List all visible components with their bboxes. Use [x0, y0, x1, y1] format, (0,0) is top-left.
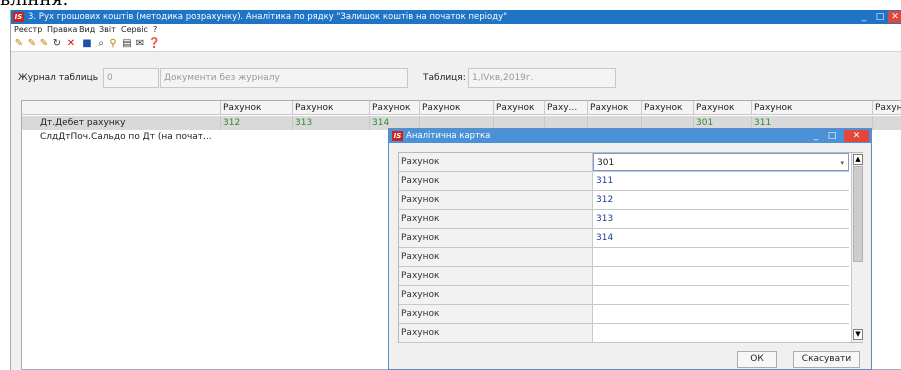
- account-value[interactable]: 311: [593, 172, 849, 190]
- account-value[interactable]: 314: [593, 229, 849, 247]
- account-value[interactable]: [593, 267, 849, 285]
- column-header[interactable]: Рахунок: [220, 101, 292, 115]
- mail-icon[interactable]: ✉: [134, 37, 146, 50]
- account-value[interactable]: 313: [593, 210, 849, 228]
- column-header[interactable]: Рахунок: [641, 101, 693, 115]
- column-header[interactable]: Рахунок: [751, 101, 872, 115]
- dialog-titlebar: IS Аналітична картка _ □ ✕: [389, 129, 871, 143]
- delete-icon[interactable]: ✕: [65, 37, 77, 50]
- column-header[interactable]: Рахунок: [292, 101, 369, 115]
- column-header[interactable]: Рахуно: [872, 101, 901, 115]
- field-label: Рахунок: [399, 305, 593, 323]
- menu-report[interactable]: Звіт: [99, 24, 116, 36]
- chevron-down-icon[interactable]: ▾: [840, 154, 844, 172]
- account-value[interactable]: 312: [593, 191, 849, 209]
- field-label: Рахунок: [399, 191, 593, 209]
- cancel-button[interactable]: Скасувати: [793, 351, 860, 368]
- scroll-down-icon[interactable]: ▼: [853, 329, 863, 340]
- field-label: Рахунок: [399, 248, 593, 266]
- search-icon[interactable]: ⌕: [95, 37, 107, 50]
- journal-name-field[interactable]: Документи без журналу: [160, 68, 408, 88]
- dialog-title: Аналітична картка: [406, 131, 491, 141]
- field-label: Рахунок: [399, 229, 593, 247]
- menu-help[interactable]: ?: [153, 24, 157, 36]
- list-item[interactable]: Рахунок 311: [399, 172, 849, 191]
- grid-cell[interactable]: 313: [292, 116, 369, 130]
- menu-registry[interactable]: Реєстр: [14, 24, 42, 36]
- account-value[interactable]: [593, 248, 849, 266]
- field-label: Рахунок: [399, 286, 593, 304]
- copy-icon[interactable]: ✎: [26, 37, 38, 50]
- table-label: Таблиця:: [423, 73, 466, 83]
- app-logo-icon: IS: [13, 12, 24, 22]
- filter-row: Журнал таблиць 0 Документи без журналу Т…: [11, 66, 901, 92]
- scroll-up-icon[interactable]: ▲: [853, 154, 863, 165]
- main-window-title: 3. Рух грошових коштів (методика розраху…: [28, 12, 508, 22]
- maximize-button[interactable]: □: [873, 11, 887, 23]
- account-value[interactable]: [593, 305, 849, 323]
- journal-label: Журнал таблиць: [18, 73, 99, 83]
- column-header[interactable]: Рахунок: [587, 101, 641, 115]
- column-header[interactable]: Рахунок: [693, 101, 751, 115]
- refresh-icon[interactable]: ↻: [51, 37, 63, 50]
- list-item[interactable]: Рахунок 312: [399, 191, 849, 210]
- menu-view[interactable]: Вид: [79, 24, 95, 36]
- dialog-minimize-button[interactable]: _: [809, 130, 823, 142]
- row-label: СлдДтПоч.Сальдо по Дт (на почат...: [40, 132, 212, 142]
- column-header[interactable]: Раху...: [544, 101, 587, 115]
- menu-edit[interactable]: Правка: [47, 24, 77, 36]
- table-field[interactable]: 1,IVкв,2019г.: [468, 68, 616, 88]
- grid-cell[interactable]: [872, 116, 901, 130]
- list-item[interactable]: Рахунок 314: [399, 229, 849, 248]
- filter-icon[interactable]: ⚲: [107, 37, 119, 50]
- list-item[interactable]: Рахунок 301 ▾: [399, 153, 849, 172]
- column-header[interactable]: Рахунок: [493, 101, 544, 115]
- vertical-scrollbar[interactable]: ▲ ▼: [851, 153, 863, 342]
- list-item[interactable]: Рахунок: [399, 324, 849, 343]
- ok-button[interactable]: ОК: [737, 351, 777, 368]
- new-icon[interactable]: ✎: [13, 37, 25, 50]
- field-label: Рахунок: [399, 267, 593, 285]
- account-value[interactable]: [593, 324, 849, 342]
- account-value-text: 313: [596, 214, 614, 224]
- list-item[interactable]: Рахунок: [399, 286, 849, 305]
- dialog-table: Рахунок Рахунок Рахунок Рахунок Рахунок Рахун…: [398, 152, 863, 343]
- list-item[interactable]: Рахунок 313: [399, 210, 849, 229]
- account-value-text: 312: [596, 195, 614, 205]
- main-titlebar: IS 3. Рух грошових коштів (методика розр…: [11, 10, 901, 24]
- cut-off-heading-text: вління.: [0, 0, 901, 10]
- grid-header: Рахунок Рахунок Рахунок Рахунок Рахунок Раху.…: [22, 101, 901, 115]
- dialog-maximize-button[interactable]: □: [825, 130, 839, 142]
- account-value[interactable]: [593, 286, 849, 304]
- menu-service[interactable]: Сервіс: [121, 24, 148, 36]
- dialog-close-button[interactable]: ✕: [844, 130, 869, 142]
- help-icon[interactable]: ❓: [148, 37, 160, 50]
- form-icon[interactable]: ▤: [121, 37, 133, 50]
- edit-icon[interactable]: ✎: [38, 37, 50, 50]
- list-item[interactable]: Рахунок: [399, 267, 849, 286]
- account-value-text: 301: [597, 158, 615, 168]
- list-item[interactable]: Рахунок: [399, 305, 849, 324]
- field-label: Рахунок: [399, 172, 593, 190]
- save-icon[interactable]: ■: [81, 37, 93, 50]
- field-label: Рахунок: [399, 210, 593, 228]
- account-value-text: 311: [596, 176, 614, 186]
- column-header[interactable]: Рахунок: [369, 101, 419, 115]
- minimize-button[interactable]: _: [857, 11, 871, 23]
- grid-cell[interactable]: 312: [220, 116, 292, 130]
- field-label: Рахунок: [399, 153, 593, 171]
- list-item[interactable]: Рахунок: [399, 248, 849, 267]
- close-button[interactable]: ✕: [888, 11, 901, 23]
- journal-code-field[interactable]: 0: [103, 68, 159, 88]
- row-label: Дт.Дебет рахунку: [40, 118, 126, 128]
- account-select[interactable]: 301 ▾: [593, 153, 849, 171]
- analytic-card-dialog: IS Аналітична картка _ □ ✕ Рахунок Рахуно…: [388, 128, 872, 370]
- account-value-text: 314: [596, 233, 614, 243]
- scrollbar-thumb[interactable]: [853, 166, 863, 262]
- menu-bar: Реєстр Правка Вид Звіт Сервіс ?: [11, 24, 901, 36]
- column-header[interactable]: Рахунок: [419, 101, 493, 115]
- toolbar: ✎ ✎ ✎ ↻ ✕ ■ ⌕ ⚲ ▤ ✉ ❓: [11, 36, 901, 52]
- app-logo-icon: IS: [392, 131, 403, 141]
- field-label: Рахунок: [399, 324, 593, 342]
